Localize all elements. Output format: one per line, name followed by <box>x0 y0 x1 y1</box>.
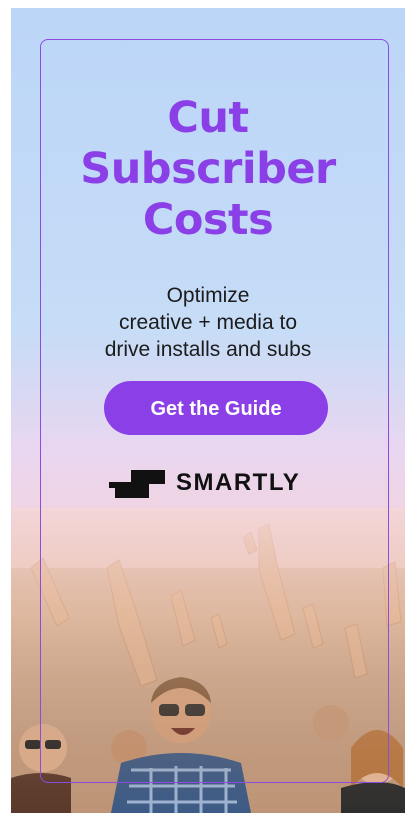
headline: Cut Subscriber Costs <box>11 93 405 246</box>
subheadline-line: Optimize <box>166 284 250 307</box>
subheadline: Optimize creative + media to drive insta… <box>11 282 405 363</box>
get-the-guide-button[interactable]: Get the Guide <box>104 381 328 435</box>
headline-line: Cut <box>167 93 249 143</box>
smartly-logo-icon <box>109 470 165 502</box>
headline-line: Costs <box>142 195 274 245</box>
subheadline-line: drive installs and subs <box>104 338 312 361</box>
ad-banner[interactable]: Cut Subscriber Costs Optimize creative +… <box>11 8 405 813</box>
smartly-logo[interactable]: SMARTLY <box>109 468 329 498</box>
brand-name: SMARTLY <box>176 469 301 496</box>
subheadline-line: creative + media to <box>118 311 297 334</box>
headline-line: Subscriber <box>80 144 336 194</box>
